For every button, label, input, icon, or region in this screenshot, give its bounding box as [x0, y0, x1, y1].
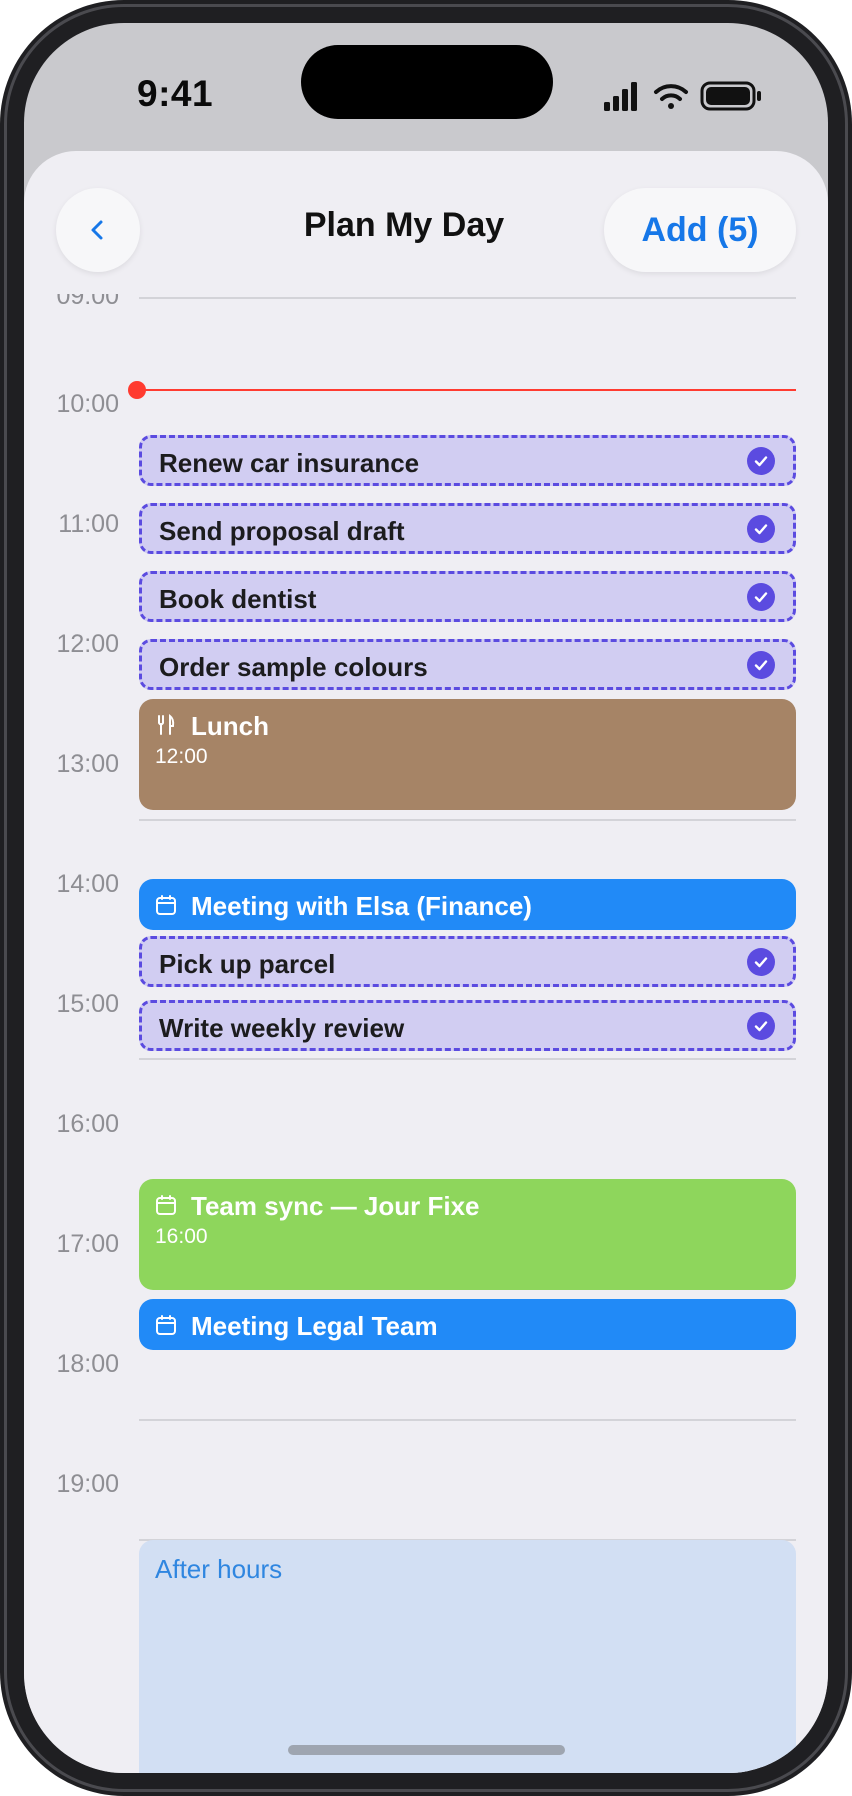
chevron-left-icon — [91, 220, 103, 240]
hour-line — [139, 1419, 796, 1421]
task-label: Book dentist — [159, 584, 317, 614]
back-button[interactable] — [56, 188, 140, 272]
screen: 9:41 Plan My Day Add (5) 09:00 10:00 11:… — [24, 23, 828, 1773]
task-label: Order sample colours — [159, 652, 428, 682]
after-hours-block: After hours — [139, 1540, 796, 1773]
task-label: Renew car insurance — [159, 448, 420, 478]
event-title: Meeting Legal Team — [191, 1311, 438, 1341]
status-bar: 9:41 — [24, 23, 828, 163]
hour-label: 10:00 — [56, 390, 119, 418]
event-meeting-elsa[interactable]: Meeting with Elsa (Finance) — [139, 879, 796, 930]
checkmark-icon[interactable] — [747, 515, 775, 543]
status-icons — [604, 81, 761, 111]
task-item[interactable]: Book dentist — [139, 571, 796, 622]
hour-label: 17:00 — [56, 1230, 119, 1258]
status-time: 9:41 — [137, 73, 214, 114]
hour-label: 19:00 — [56, 1470, 119, 1498]
plan-my-day-sheet: Plan My Day Add (5) 09:00 10:00 11:00 12… — [24, 151, 828, 1773]
current-time-dot — [128, 381, 146, 399]
task-label: Pick up parcel — [159, 949, 336, 979]
task-item[interactable]: Pick up parcel — [139, 936, 796, 987]
cellular-signal-icon — [604, 82, 637, 111]
event-time: 12:00 — [155, 745, 208, 768]
checkmark-icon[interactable] — [747, 948, 775, 976]
event-title: Team sync — Jour Fixe — [191, 1191, 480, 1221]
current-time-line — [136, 389, 796, 391]
phone-frame: 9:41 Plan My Day Add (5) 09:00 10:00 11:… — [0, 0, 852, 1796]
fork-knife-icon — [158, 714, 175, 735]
hour-label: 12:00 — [56, 630, 119, 658]
event-lunch[interactable]: Lunch 12:00 — [139, 699, 796, 810]
task-item[interactable]: Renew car insurance — [139, 435, 796, 486]
checkmark-icon[interactable] — [747, 1012, 775, 1040]
hour-label: 11:00 — [58, 510, 119, 538]
hour-label: 18:00 — [56, 1350, 119, 1378]
hour-label: 09:00 — [56, 282, 119, 310]
event-time: 16:00 — [155, 1225, 208, 1248]
wifi-icon — [654, 84, 688, 109]
event-title: Meeting with Elsa (Finance) — [191, 891, 532, 921]
checkmark-icon[interactable] — [747, 447, 775, 475]
task-label: Write weekly review — [159, 1013, 405, 1043]
calendar-icon — [156, 895, 176, 915]
hour-label: 15:00 — [56, 990, 119, 1018]
home-indicator[interactable] — [288, 1745, 565, 1755]
checkmark-icon[interactable] — [747, 583, 775, 611]
event-team-sync[interactable]: Team sync — Jour Fixe 16:00 — [139, 1179, 796, 1290]
hour-line — [139, 297, 796, 299]
task-label: Send proposal draft — [159, 516, 405, 546]
calendar-icon — [156, 1195, 176, 1215]
battery-icon — [700, 81, 761, 111]
task-item[interactable]: Send proposal draft — [139, 503, 796, 554]
event-title: Lunch — [191, 711, 269, 741]
calendar-icon — [156, 1315, 176, 1335]
page-title: Plan My Day — [303, 206, 505, 244]
dynamic-island — [301, 45, 553, 119]
task-item[interactable]: Order sample colours — [139, 639, 796, 690]
task-item[interactable]: Write weekly review — [139, 1000, 796, 1051]
hour-line — [139, 1058, 796, 1060]
add-button[interactable]: Add (5) — [604, 188, 796, 272]
hour-label: 14:00 — [56, 870, 119, 898]
hour-line — [139, 819, 796, 821]
checkmark-icon[interactable] — [747, 651, 775, 679]
event-meeting-legal[interactable]: Meeting Legal Team — [139, 1299, 796, 1350]
hour-label: 16:00 — [56, 1110, 119, 1138]
hour-label: 13:00 — [56, 750, 119, 778]
after-hours-label: After hours — [155, 1554, 283, 1584]
